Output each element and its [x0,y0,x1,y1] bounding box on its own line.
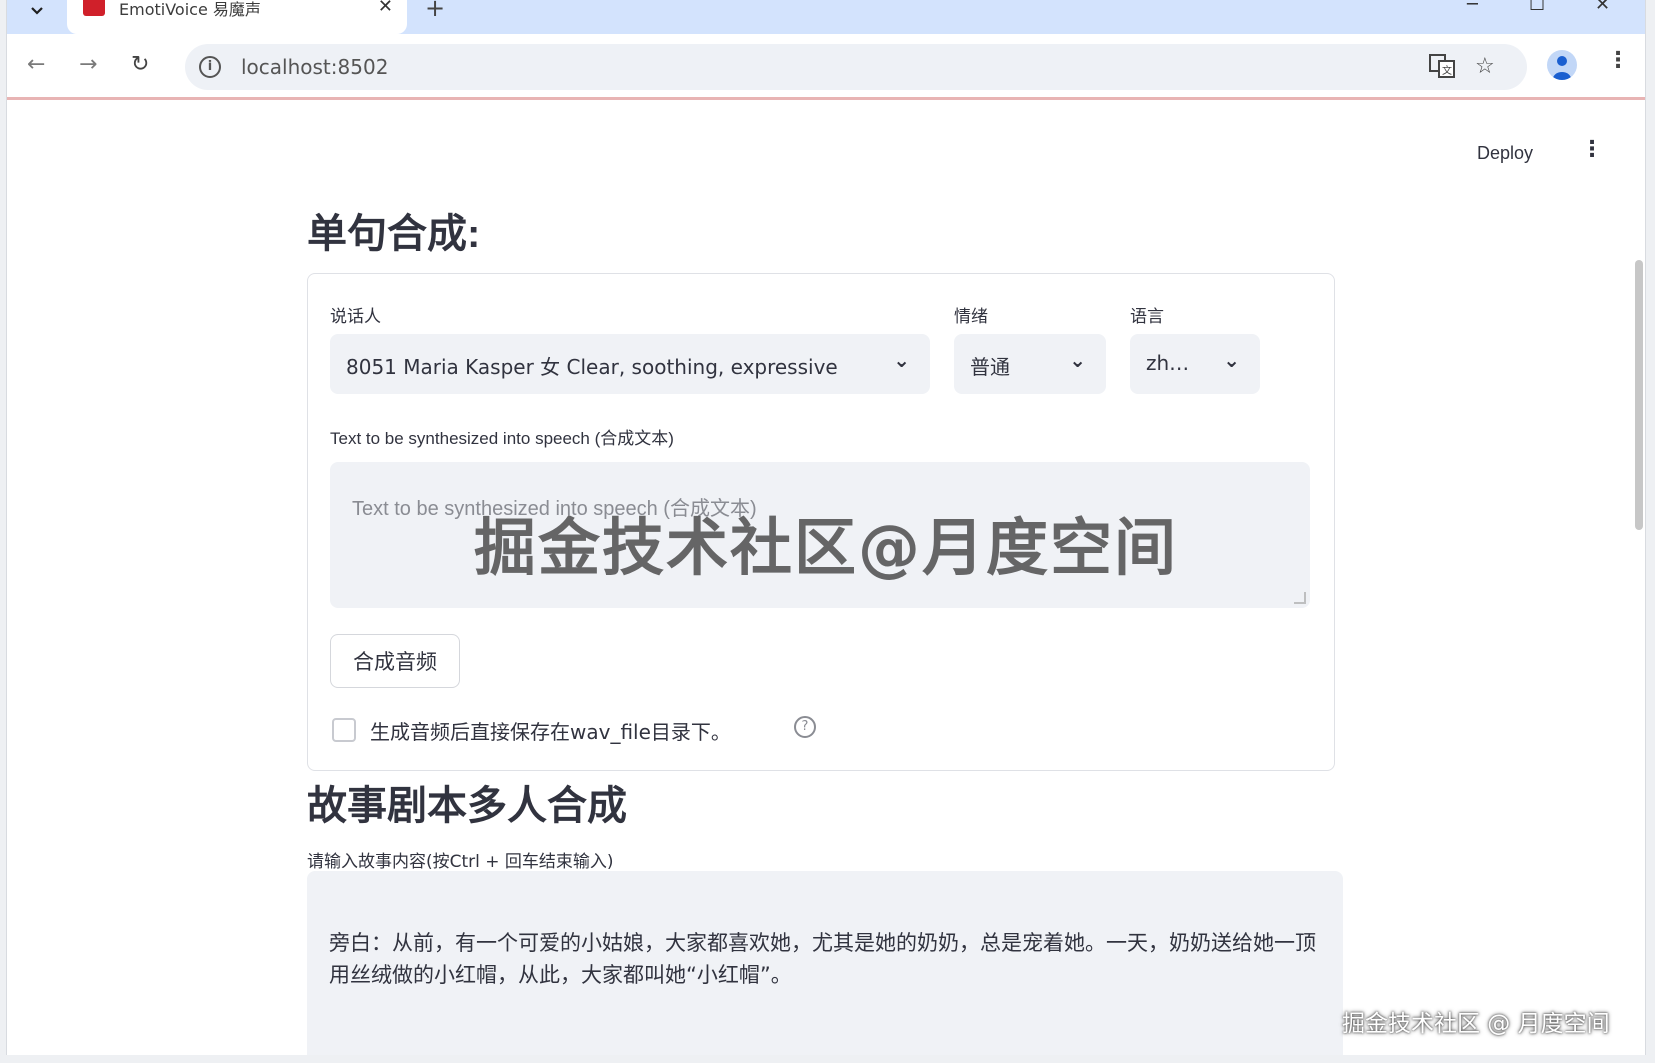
translate-icon[interactable]: 文 [1429,54,1455,84]
speaker-label: 说话人 [330,307,381,326]
maximize-icon[interactable]: ☐ [1529,0,1545,15]
bookmark-star-icon[interactable]: ☆ [1475,54,1495,79]
browser-tab[interactable]: EmotiVoice 易魔声 ✕ [67,0,407,34]
chevron-down-icon: ⌄ [1223,348,1240,372]
browser-menu-icon[interactable]: ⋮ [1607,48,1629,73]
address-bar[interactable]: i localhost:8502 文 ☆ [185,44,1527,90]
emotion-label: 情绪 [954,307,988,326]
new-tab-button[interactable]: + [425,0,445,22]
deploy-button[interactable]: Deploy [1477,143,1533,164]
tab-title: EmotiVoice 易魔声 [119,0,261,19]
story-input-label: 请输入故事内容(按Ctrl + 回车结束输入) [307,852,614,872]
site-info-icon[interactable]: i [199,56,221,78]
browser-toolbar: ← → ↻ i localhost:8502 文 ☆ ⋮ [7,34,1645,100]
text-input-label: Text to be synthesized into speech (合成文本… [330,429,674,448]
save-wav-checkbox[interactable] [332,718,356,742]
profile-avatar-icon[interactable] [1547,50,1577,80]
chevron-down-icon: ⌄ [1069,348,1086,372]
language-label: 语言 [1130,307,1164,326]
story-content: 旁白：从前，有一个可爱的小姑娘，大家都喜欢她，尤其是她的奶奶，总是宠着她。一天，… [329,931,1316,987]
speaker-select[interactable]: 8051 Maria Kasper 女 Clear, soothing, exp… [330,334,930,394]
story-synthesis-title: 故事剧本多人合成 [307,784,627,828]
page-scrollbar[interactable] [1635,260,1643,530]
story-text-input[interactable]: 旁白：从前，有一个可爱的小姑娘，大家都喜欢她，尤其是她的奶奶，总是宠着她。一天，… [307,871,1343,1055]
tab-search-chevron-icon[interactable] [17,0,57,22]
language-value: zh… [1146,351,1190,375]
favicon-icon [83,0,105,16]
emotion-value: 普通 [970,355,1010,379]
language-select[interactable]: zh… ⌄ [1130,334,1260,394]
reload-icon[interactable]: ↻ [131,52,149,77]
chevron-down-icon: ⌄ [893,348,910,372]
svg-text:文: 文 [1442,64,1452,77]
window-close-icon[interactable]: ✕ [1595,0,1610,15]
minimize-icon[interactable]: ─ [1467,0,1478,15]
tab-close-icon[interactable]: ✕ [378,0,393,17]
forward-arrow-icon[interactable]: → [79,52,97,77]
emotion-select[interactable]: 普通 ⌄ [954,334,1106,394]
back-arrow-icon[interactable]: ← [27,52,45,77]
speaker-value: 8051 Maria Kasper 女 Clear, soothing, exp… [346,355,838,379]
single-synthesis-title: 单句合成: [307,212,481,256]
synthesize-audio-button[interactable]: 合成音频 [330,634,460,688]
save-wav-label[interactable]: 生成音频后直接保存在wav_file目录下。 [370,716,731,745]
corner-watermark: 掘金技术社区 @ 月度空间 [1342,1011,1610,1037]
resize-handle-icon[interactable] [1294,592,1306,604]
tab-strip: EmotiVoice 易魔声 ✕ + ─ ☐ ✕ [7,0,1645,34]
app-menu-icon[interactable]: ⋮ [1581,137,1603,162]
url-text[interactable]: localhost:8502 [241,55,388,79]
watermark-text: 掘金技术社区@月度空间 [474,511,1179,584]
help-question-icon[interactable]: ? [794,716,816,738]
